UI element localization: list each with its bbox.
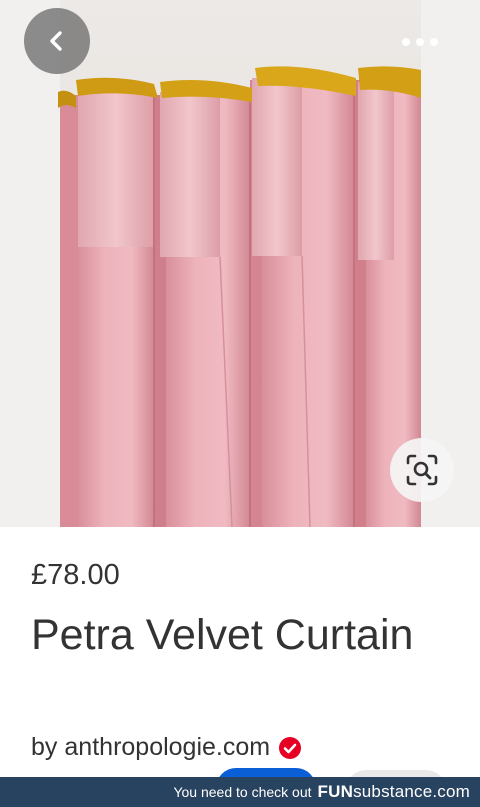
back-button[interactable] [24, 8, 90, 74]
more-horizontal-icon [402, 38, 438, 46]
watermark-brand: FUNsubstance.com [318, 782, 470, 802]
visual-search-icon [406, 454, 438, 486]
product-details: £78.00 Petra Velvet Curtain by anthropol… [0, 527, 480, 777]
more-options-button[interactable] [395, 22, 445, 62]
watermark-bar: You need to check out FUNsubstance.com [0, 777, 480, 807]
watermark-text: You need to check out [173, 784, 312, 800]
product-title: Petra Velvet Curtain [31, 611, 414, 659]
source-link[interactable]: anthropologie.com [64, 733, 270, 762]
product-image[interactable] [0, 0, 480, 527]
watermark-brand-fun: FUN [317, 782, 354, 801]
chevron-left-icon [50, 31, 62, 51]
product-price: £78.00 [31, 559, 120, 591]
watermark-brand-rest: substance.com [353, 782, 470, 801]
source-byline: by anthropologie.com [31, 733, 302, 762]
visual-search-button[interactable] [390, 438, 454, 502]
verified-check-icon [279, 736, 302, 759]
pin-detail-screen: £78.00 Petra Velvet Curtain by anthropol… [0, 0, 480, 807]
byline-prefix: by [31, 733, 58, 761]
